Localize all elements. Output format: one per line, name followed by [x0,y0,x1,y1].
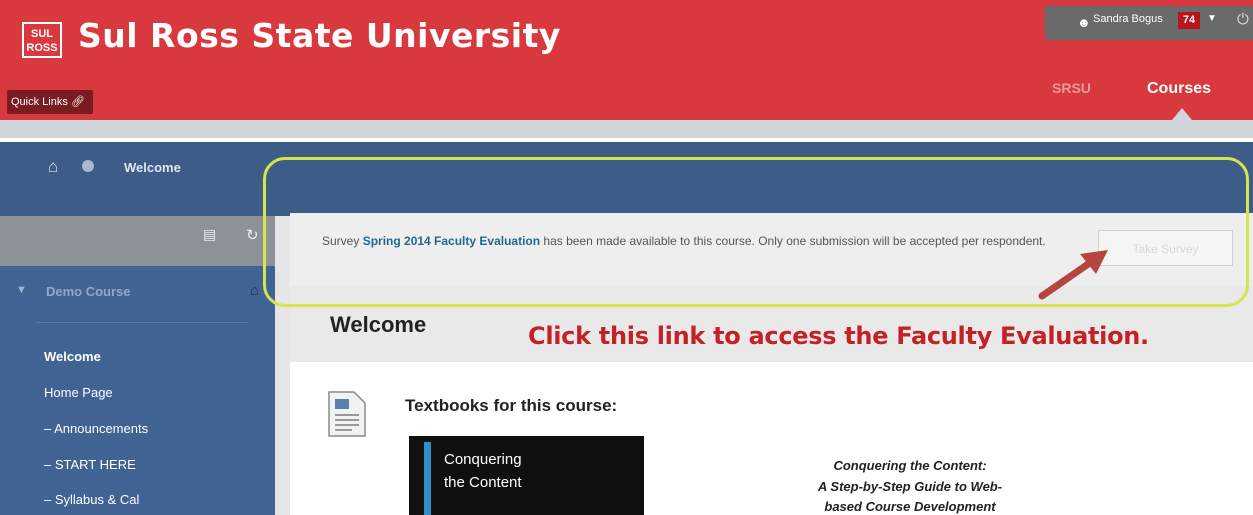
book-description-line-2: A Step-by-Step Guide to Web- [817,479,1003,494]
tab-srsu[interactable]: SRSU [1052,80,1091,96]
refresh-icon[interactable]: ↻ [246,226,259,244]
power-icon[interactable]: ⏻ [1237,11,1249,28]
course-home-icon[interactable]: ⌂ [250,282,259,299]
header-separator [0,120,1253,138]
user-name[interactable]: Sandra Bogus [1093,13,1163,25]
page-title: Welcome [330,312,427,337]
breadcrumb-welcome[interactable]: Welcome [124,160,181,175]
arrow-annotation-icon [1038,250,1108,300]
user-icon: ☻ [1077,15,1091,30]
caret-down-icon[interactable]: ▼ [1207,13,1217,24]
sidebar-item-syllabus[interactable]: – Syllabus & Cal [44,492,139,507]
book-cover-title-line-1: Conquering [444,451,522,468]
sidebar-item-announcements[interactable]: – Announcements [44,421,148,436]
tab-courses[interactable]: Courses [1147,80,1211,98]
triangle-down-icon[interactable]: ▼ [16,284,27,296]
sidebar-item-start-here[interactable]: – START HERE [44,457,136,472]
book-description-line-3: based Course Development [824,499,996,514]
university-title[interactable]: Sul Ross State University [78,16,561,55]
document-icon [328,391,366,437]
quick-links-button[interactable]: Quick Links 🔗︎ [7,90,93,114]
active-tab-pointer [1172,108,1192,120]
logo-text-sul: SUL [31,28,53,40]
home-icon[interactable]: ⌂ [48,157,58,177]
sidebar-item-welcome[interactable]: Welcome [44,349,101,364]
annotation-text: Click this link to access the Faculty Ev… [528,322,1149,350]
notification-badge[interactable]: 74 [1178,12,1200,29]
logo-icon[interactable]: SUL ROSS [22,22,62,58]
course-title[interactable]: Demo Course [46,284,131,299]
course-menu [0,266,275,515]
logo-text-ross: ROSS [26,42,58,54]
sidebar-item-home-page[interactable]: Home Page [44,385,113,400]
folder-icon[interactable]: ▤ [203,226,216,243]
book-description-line-1: Conquering the Content: [833,458,987,473]
circle-icon[interactable] [82,160,94,172]
link-icon: 🔗︎ [70,96,85,108]
sidebar-divider [36,322,248,323]
book-cover-title-line-2: the Content [444,474,522,491]
book-cover-accent [424,442,431,515]
sidebar-toolbar [0,216,275,266]
textbooks-heading: Textbooks for this course: [405,396,618,415]
quick-links-label: Quick Links [11,96,68,108]
